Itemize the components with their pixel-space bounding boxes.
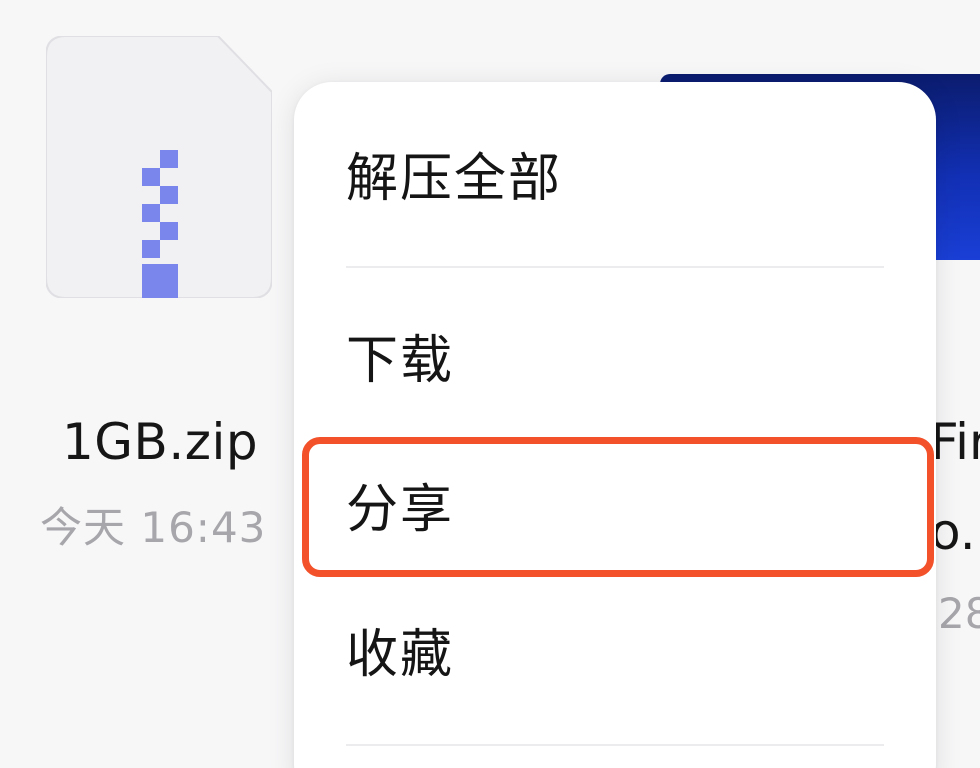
menu-item-label: 分享 [346, 480, 455, 540]
menu-item-label: 收藏 [346, 625, 455, 685]
file-context-menu: 解压全部 下载 分享 收藏 [294, 82, 936, 768]
menu-item-extract-all[interactable]: 解压全部 [294, 104, 936, 254]
neighbor-file-time: 28 [938, 589, 980, 638]
file-modified-time: 今天 16:43 [40, 503, 267, 552]
menu-divider [346, 744, 884, 746]
neighbor-file-name-line2: o.n [930, 503, 980, 561]
file-browser-screen: 1GB.zip 今天 16:43 Fir o.n 28 解压全部 下载 分享 收… [0, 0, 980, 768]
file-name: 1GB.zip [62, 413, 259, 471]
file-tile-1gb-zip[interactable]: 1GB.zip 今天 16:43 [0, 0, 320, 600]
menu-divider [346, 266, 884, 268]
menu-item-share[interactable]: 分享 [294, 435, 936, 585]
neighbor-file-name: Fir [930, 413, 980, 471]
menu-item-label: 解压全部 [346, 149, 563, 209]
zip-archive-icon [46, 36, 272, 298]
menu-item-label: 下载 [346, 331, 455, 391]
menu-item-download[interactable]: 下载 [294, 286, 936, 436]
menu-item-favorite[interactable]: 收藏 [294, 580, 936, 730]
